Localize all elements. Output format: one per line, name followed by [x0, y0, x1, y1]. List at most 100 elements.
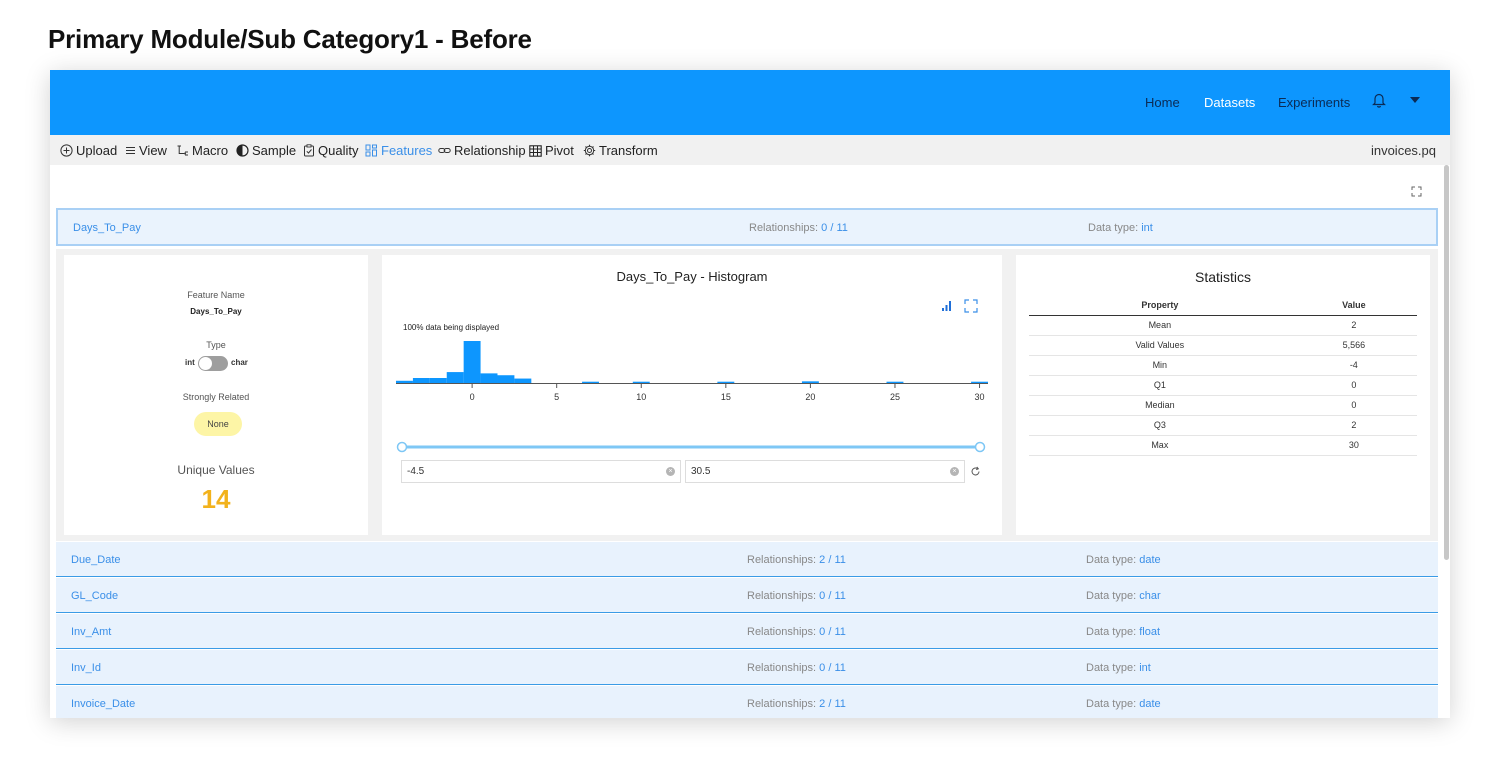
histogram-bar — [582, 381, 599, 383]
bar-chart-icon[interactable] — [941, 300, 953, 312]
histogram-bar — [971, 381, 988, 383]
feature-row[interactable]: Inv_Amt Relationships: 0 / 11 Data type:… — [56, 614, 1438, 649]
type-toggle[interactable] — [198, 356, 228, 371]
expand-icon[interactable] — [1411, 186, 1422, 197]
statistics-table: Property Value Mean 2 Valid Values 5,566 M… — [1029, 296, 1417, 456]
relationship-button[interactable]: Relationship — [438, 143, 526, 158]
link-icon — [438, 148, 451, 153]
unique-values-count: 14 — [201, 484, 231, 514]
clear-min-icon[interactable]: × — [666, 467, 675, 476]
macro-button[interactable]: Macro — [176, 143, 228, 158]
histogram-bar — [801, 381, 819, 383]
nav-experiments[interactable]: Experiments — [1278, 95, 1350, 110]
histogram-bar — [412, 378, 430, 383]
features-grid-icon — [365, 144, 377, 157]
statistics-card: Statistics Property Value Mean 2 Valid Va… — [1016, 255, 1430, 535]
strongly-related-label: Strongly Related — [182, 392, 250, 402]
feature-row-datatype: Data type: date — [1086, 698, 1161, 710]
pivot-button[interactable]: Pivot — [529, 143, 574, 158]
unique-values-label: Unique Values — [177, 463, 255, 477]
feature-row-relationships: Relationships: 0 / 11 — [747, 662, 846, 674]
data-displayed-note: 100% data being displayed — [403, 323, 500, 332]
feature-row[interactable]: GL_Code Relationships: 0 / 11 Data type:… — [56, 578, 1438, 613]
nav-home[interactable]: Home — [1145, 95, 1180, 110]
features-label: Features — [381, 143, 433, 158]
reset-icon[interactable] — [970, 466, 981, 477]
half-circle-icon — [236, 144, 249, 157]
feature-row-datatype: Data type: char — [1086, 590, 1161, 602]
features-panel: Days_To_Pay Relationships: 0 / 11 Data t… — [50, 165, 1450, 718]
x-tick-label: 20 — [805, 392, 815, 402]
feature-row-datatype: Data type: int — [1088, 222, 1153, 234]
macro-label: Macro — [192, 143, 229, 158]
type-int-label: int — [185, 358, 195, 367]
feature-row-relationships: Relationships: 0 / 11 — [749, 222, 848, 234]
sample-button[interactable]: Sample — [236, 143, 296, 158]
strongly-related-badge[interactable]: None — [194, 412, 242, 436]
transform-button[interactable]: Transform — [583, 143, 658, 158]
statistics-title: Statistics — [1194, 269, 1251, 285]
histogram-bar — [446, 372, 464, 383]
quality-button[interactable]: Quality — [303, 143, 358, 158]
histogram-bar — [480, 373, 498, 383]
app-window: Home Datasets Experiments Upload View Ma… — [50, 70, 1450, 718]
upload-label: Upload — [76, 143, 118, 158]
feature-row[interactable]: Inv_Id Relationships: 0 / 11 Data type: … — [56, 650, 1438, 685]
range-slider[interactable] — [396, 441, 988, 453]
type-char-label: char — [231, 358, 248, 367]
table-row: Valid Values 5,566 — [1029, 335, 1417, 356]
quality-label: Quality — [318, 143, 359, 158]
toggle-knob — [199, 357, 212, 370]
vertical-scrollbar[interactable] — [1444, 165, 1449, 560]
x-tick-label: 15 — [721, 392, 731, 402]
slider-handle-min — [396, 441, 408, 453]
histogram-card: Days_To_Pay - Histogram 100% data being … — [382, 255, 1002, 535]
histogram-title: Days_To_Pay - Histogram — [616, 269, 768, 284]
clear-max-icon[interactable]: × — [950, 467, 959, 476]
nav-datasets[interactable]: Datasets — [1204, 95, 1255, 110]
feature-row-name: Days_To_Pay — [73, 222, 141, 234]
range-min-input[interactable]: -4.5 × — [401, 460, 681, 483]
caret-down-icon[interactable] — [1410, 97, 1420, 103]
feature-row-name: Due_Date — [71, 554, 121, 566]
feature-row-datatype: Data type: int — [1086, 662, 1151, 674]
fullscreen-icon[interactable] — [964, 299, 978, 313]
bell-icon[interactable] — [1372, 92, 1386, 108]
feature-name-value: Days_To_Pay — [190, 307, 242, 316]
table-row: Q1 0 — [1029, 375, 1417, 396]
range-max-input[interactable]: 30.5 × — [685, 460, 965, 483]
feature-row-datatype: Data type: date — [1086, 554, 1161, 566]
view-button[interactable]: View — [125, 143, 167, 158]
histogram-bar — [396, 380, 413, 383]
feature-row-name: Inv_Amt — [71, 626, 112, 638]
histogram-bar — [429, 378, 447, 383]
histogram-bar — [717, 381, 735, 383]
upload-button[interactable]: Upload — [60, 143, 117, 158]
feature-row[interactable]: Due_Date Relationships: 2 / 11 Data type… — [56, 542, 1438, 577]
table-icon — [529, 144, 542, 157]
table-row: Min -4 — [1029, 355, 1417, 376]
feature-row-relationships: Relationships: 2 / 11 — [747, 698, 846, 710]
x-tick-label: 10 — [636, 392, 646, 402]
feature-row-selected[interactable]: Days_To_Pay Relationships: 0 / 11 Data t… — [56, 208, 1438, 246]
feature-row-name: Inv_Id — [71, 662, 101, 674]
macro-icon — [177, 145, 188, 156]
transform-label: Transform — [599, 143, 658, 158]
view-label: View — [139, 143, 167, 158]
feature-row-relationships: Relationships: 0 / 11 — [747, 590, 846, 602]
x-tick-label: 30 — [975, 392, 985, 402]
feature-row-relationships: Relationships: 2 / 11 — [747, 554, 846, 566]
table-row: Mean 2 — [1029, 315, 1417, 336]
features-button[interactable]: Features — [365, 143, 432, 158]
page-title: Primary Module/Sub Category1 - Before — [48, 24, 532, 54]
feature-row[interactable]: Invoice_Date Relationships: 2 / 11 Data … — [56, 686, 1438, 718]
feature-row-relationships: Relationships: 0 / 11 — [747, 626, 846, 638]
feature-row-name: Invoice_Date — [71, 698, 136, 710]
histogram-bar — [886, 381, 904, 383]
x-tick-label: 5 — [554, 392, 559, 402]
gear-icon — [583, 144, 596, 157]
table-row: Median 0 — [1029, 395, 1417, 416]
type-label: Type — [206, 340, 226, 350]
slider-handle-max — [974, 441, 986, 453]
table-row: Max 30 — [1029, 435, 1417, 456]
